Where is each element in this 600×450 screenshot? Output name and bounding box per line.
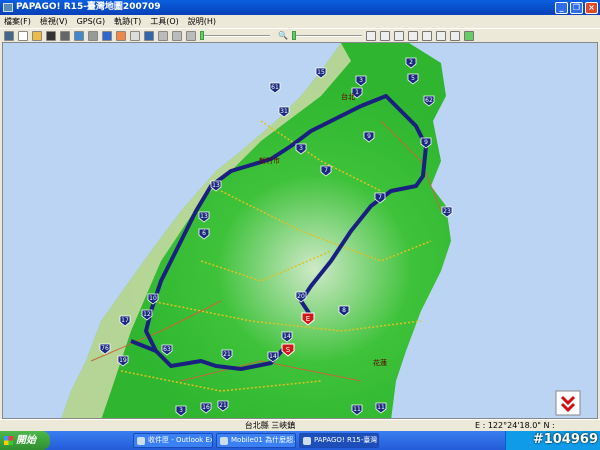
menu-item[interactable]: 工具(O)	[150, 15, 179, 28]
title-bar: PAPAGO! R15-臺灣地圖200709 _ ❐ ×	[0, 0, 600, 15]
shield-number: 16	[202, 404, 210, 411]
zoom-slider[interactable]	[291, 30, 362, 40]
shield-number: 9	[367, 133, 371, 140]
track-icon[interactable]	[130, 30, 140, 41]
tilt-icon[interactable]	[421, 30, 432, 41]
shield-number: 63	[163, 346, 171, 353]
shield-number: 14	[283, 333, 291, 340]
shield-number: 31	[280, 108, 288, 115]
gps-icon[interactable]	[4, 30, 14, 41]
map-view[interactable]: 1 2 5 15 61 31 3 9 9 62 3 7 13 13 6 10 17 12 76 19 63 21 14 14 8…	[2, 42, 598, 419]
close-button[interactable]: ×	[585, 2, 598, 14]
menu-item[interactable]: 檢視(V)	[40, 15, 68, 28]
rotate-icon[interactable]	[407, 30, 418, 41]
shield-number: 11	[353, 406, 361, 413]
shield-number: 14	[269, 353, 277, 360]
shield-number: 5	[411, 75, 415, 82]
nav-icon[interactable]	[74, 30, 84, 41]
select-icon[interactable]	[379, 30, 390, 41]
pan-icon[interactable]	[393, 30, 404, 41]
new-icon[interactable]	[18, 30, 28, 41]
shield-number: 12	[143, 311, 151, 318]
zoom-out-icon[interactable]: 🔍	[278, 31, 288, 40]
task-mobile01[interactable]: Mobile01 為什麼超...	[216, 433, 296, 448]
shield-number: 3	[359, 77, 363, 84]
pause-icon[interactable]	[186, 30, 196, 41]
menu-item[interactable]: 檔案(F)	[4, 15, 31, 28]
watermark: #104969	[532, 432, 598, 447]
3d-icon[interactable]	[463, 30, 474, 41]
shield-number: 1	[355, 89, 359, 96]
shield-number: 76	[101, 345, 109, 352]
shield-number: 6	[202, 230, 206, 237]
open-icon[interactable]	[32, 30, 42, 41]
shield-number: 9	[424, 139, 428, 146]
shield-number: 23	[443, 208, 451, 215]
app-icon	[3, 3, 13, 12]
menu-item[interactable]: 軌跡(T)	[114, 15, 141, 28]
task-papago[interactable]: PAPAGO! R15-臺灣...	[299, 433, 379, 448]
city-label: 台北	[341, 92, 355, 101]
shield-number: 11	[377, 404, 385, 411]
shield-number: 13	[212, 182, 220, 189]
shield-number: 21	[223, 351, 231, 358]
fullscreen-icon[interactable]	[449, 30, 460, 41]
window-title: PAPAGO! R15-臺灣地圖200709	[16, 2, 161, 12]
shield-number: 62	[425, 97, 433, 104]
weather-icon[interactable]	[116, 30, 126, 41]
shield-number: 2	[409, 59, 413, 66]
menu-bar: 檔案(F) 檢視(V) GPS(G) 軌跡(T) 工具(O) 說明(H)	[0, 15, 600, 28]
print-icon[interactable]	[60, 30, 70, 41]
car-icon[interactable]	[102, 30, 112, 41]
taskbar: 開始 收件匣 - Outlook Exp... Mobile01 為什麼超...…	[0, 431, 600, 450]
shield-number: 3	[299, 145, 303, 152]
play-icon[interactable]	[158, 30, 168, 41]
save-icon[interactable]	[46, 30, 56, 41]
rotate-back-icon[interactable]	[435, 30, 446, 41]
shield-number: 17	[121, 317, 129, 324]
minimize-button[interactable]: _	[555, 2, 568, 14]
menu-item[interactable]: GPS(G)	[77, 15, 106, 28]
shield-number: 7	[378, 194, 382, 201]
city-label: 花蓮	[373, 358, 387, 367]
status-bar: 台北縣 三峽鎮 E : 122°24'18.0" N : 24°22'27.9"	[0, 419, 600, 442]
shield-number: 8	[342, 307, 346, 314]
playback-slider[interactable]	[200, 30, 270, 40]
freeway-number: S	[286, 346, 291, 354]
shield-number: 20	[297, 293, 305, 300]
shield-number: 61	[271, 84, 279, 91]
menu-item[interactable]: 說明(H)	[188, 15, 216, 28]
shield-number: 19	[119, 357, 127, 364]
forward-icon[interactable]	[88, 30, 98, 41]
toolbar: 🔍	[0, 28, 600, 42]
stop-icon[interactable]	[172, 30, 182, 41]
shield-number: 21	[219, 402, 227, 409]
zoom-in-icon[interactable]	[365, 30, 376, 41]
start-button[interactable]: 開始	[0, 431, 50, 450]
map-icon[interactable]	[144, 30, 154, 41]
road-shield: 61	[269, 82, 281, 94]
city-label: 新竹市	[259, 156, 280, 165]
shield-number: 13	[200, 213, 208, 220]
shield-number: 15	[317, 69, 325, 76]
freeway-number: E	[306, 315, 310, 323]
scroll-down-button[interactable]	[555, 390, 581, 416]
shield-number: 7	[324, 167, 328, 174]
task-outlook[interactable]: 收件匣 - Outlook Exp...	[133, 433, 213, 448]
shield-number: 10	[149, 295, 157, 302]
restore-button[interactable]: ❐	[570, 2, 583, 14]
shield-number: 3	[179, 407, 183, 414]
